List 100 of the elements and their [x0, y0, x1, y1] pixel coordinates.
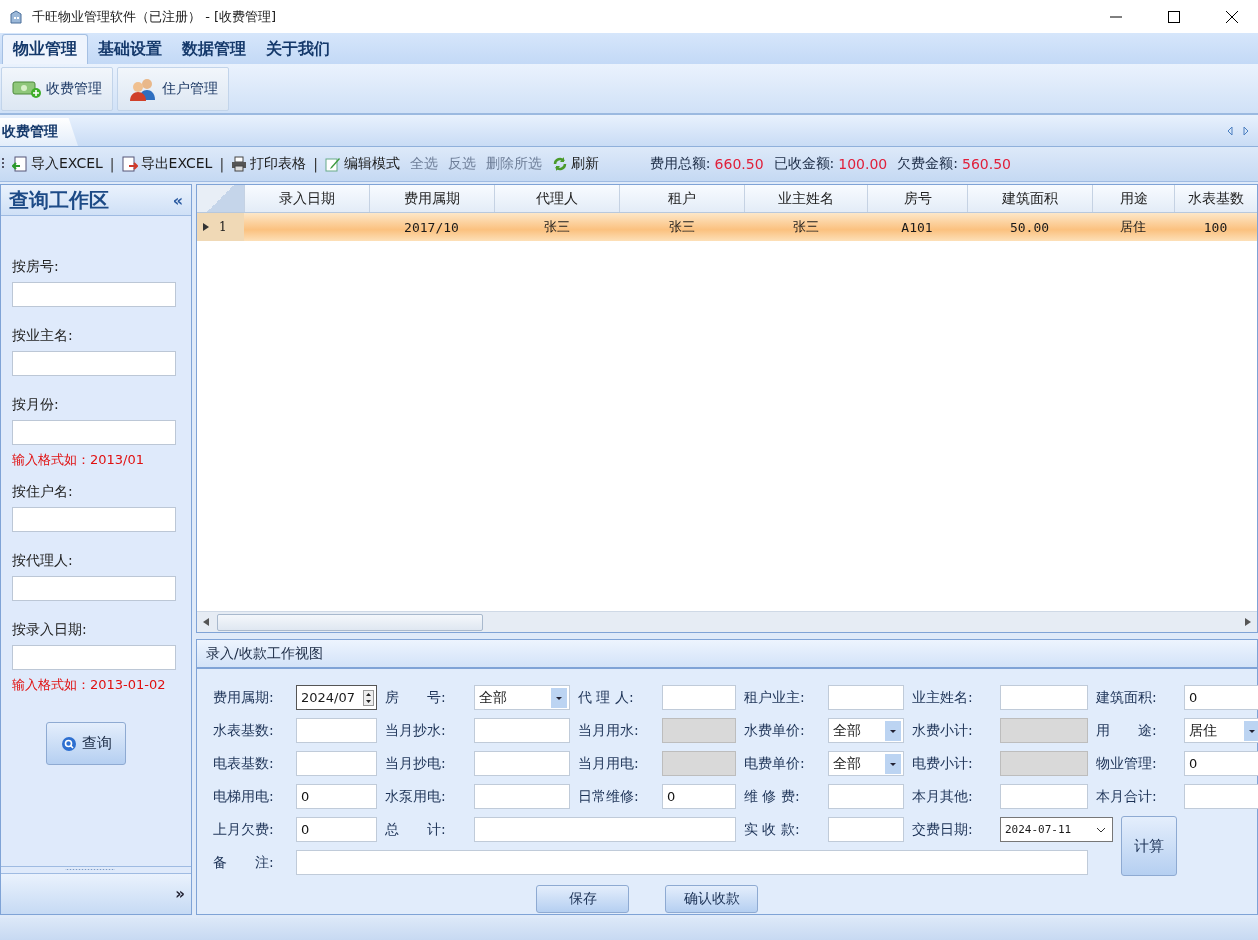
date-field[interactable]: 2024-07-11 — [1000, 817, 1113, 842]
toolbar-button[interactable]: 打印表格 — [228, 155, 310, 173]
field-label: 电表基数: — [212, 754, 275, 773]
query-button[interactable]: 查询 — [46, 722, 126, 765]
format-hint: 输入格式如：2013/01 — [12, 451, 145, 469]
scroll-right-icon[interactable] — [1242, 126, 1250, 136]
toolbar-button[interactable]: 编辑模式 — [321, 155, 403, 173]
maximize-icon[interactable] — [1168, 10, 1180, 23]
chevron-down-icon[interactable] — [1096, 826, 1106, 833]
field-label: 实 收 款: — [743, 820, 801, 839]
horizontal-scrollbar[interactable] — [197, 611, 1257, 632]
scroll-left-icon[interactable] — [1226, 126, 1234, 136]
collapse-button[interactable]: « — [172, 190, 183, 210]
field-label: 房 号: — [384, 688, 447, 707]
document-tab[interactable]: 收费管理 — [0, 118, 78, 146]
field-label: 本月其他: — [911, 787, 974, 806]
scroll-right-icon[interactable] — [1245, 618, 1251, 626]
input-field[interactable] — [662, 685, 736, 710]
input-field[interactable] — [474, 784, 570, 809]
column-header[interactable]: 代理人 — [495, 185, 620, 212]
input-field[interactable] — [12, 645, 176, 670]
column-header[interactable]: 录入日期 — [245, 185, 370, 212]
input-field[interactable] — [12, 576, 176, 601]
menu-tab[interactable]: 关于我们 — [256, 34, 340, 64]
input-field[interactable]: 0 — [296, 817, 377, 842]
column-header[interactable]: 费用属期 — [370, 185, 495, 212]
field-label: 建筑面积: — [1095, 688, 1158, 707]
money-icon — [12, 78, 42, 99]
current-row-icon — [203, 223, 209, 231]
corner-cell — [197, 185, 245, 212]
field-label: 用 途: — [1095, 721, 1158, 740]
splitter-grip[interactable] — [1, 866, 191, 874]
table-cell: 100 — [1203, 219, 1228, 235]
input-field[interactable] — [828, 784, 904, 809]
input-field[interactable] — [12, 420, 176, 445]
spin-field[interactable]: 2024/07 — [296, 685, 377, 710]
column-header[interactable]: 水表基数 — [1175, 185, 1257, 212]
column-header[interactable]: 用途 — [1093, 185, 1175, 212]
spin-arrows-icon[interactable] — [363, 689, 374, 706]
column-header[interactable]: 租户 — [620, 185, 745, 212]
menu-tab[interactable]: 物业管理 — [2, 34, 88, 64]
input-field[interactable] — [474, 751, 570, 776]
input-field[interactable]: 0 — [296, 784, 377, 809]
menu-tab[interactable]: 基础设置 — [88, 34, 172, 64]
table-row[interactable]: 1 2017/10 张三 张三 张三 A101 50.00 居住 100 — [197, 213, 1257, 241]
input-field[interactable] — [474, 817, 736, 842]
ribbon-button[interactable]: 收费管理 — [1, 66, 113, 111]
field-label: 按业主名: — [12, 327, 74, 345]
input-field[interactable] — [296, 718, 377, 743]
column-header[interactable]: 业主姓名 — [745, 185, 868, 212]
input-field[interactable] — [474, 718, 570, 743]
people-icon — [128, 76, 158, 101]
dropdown-arrow-icon[interactable] — [1244, 720, 1258, 741]
input-field[interactable] — [12, 282, 176, 307]
field-label: 电费小计: — [911, 754, 974, 773]
toolbar-button[interactable]: 刷新 — [548, 155, 602, 173]
scroll-left-icon[interactable] — [203, 618, 209, 626]
column-header[interactable]: 房号 — [868, 185, 968, 212]
table-cell: 2017/10 — [404, 219, 459, 235]
dropdown-field[interactable]: 全部 — [828, 718, 904, 743]
field-label: 总 计: — [384, 820, 447, 839]
expand-button[interactable]: » — [175, 885, 185, 903]
input-field[interactable] — [296, 850, 1088, 875]
field-label: 当月抄水: — [384, 721, 447, 740]
field-label: 水费小计: — [911, 721, 974, 740]
form-button[interactable]: 保存 — [536, 885, 629, 913]
input-field[interactable] — [1000, 685, 1088, 710]
calculate-button[interactable]: 计算 — [1121, 816, 1177, 876]
close-icon[interactable] — [1226, 10, 1238, 23]
input-field[interactable]: 0 — [1184, 751, 1258, 776]
field-label: 租户业主: — [743, 688, 806, 707]
ribbon-button[interactable]: 住户管理 — [117, 66, 229, 111]
field-label: 电费单价: — [743, 754, 806, 773]
toolbar-button[interactable]: 导入EXCEL — [9, 155, 106, 173]
field-label: 物业管理: — [1095, 754, 1158, 773]
input-field[interactable] — [12, 507, 176, 532]
scrollbar-thumb[interactable] — [217, 613, 483, 631]
table-cell: 居住 — [1120, 218, 1146, 236]
column-header[interactable]: 建筑面积 — [968, 185, 1093, 212]
input-field[interactable]: 0 — [1184, 685, 1258, 710]
input-field[interactable]: 0 — [662, 784, 736, 809]
toolbar-button[interactable]: 导出EXCEL — [118, 155, 216, 173]
input-field[interactable] — [1184, 784, 1258, 809]
input-field[interactable] — [828, 817, 904, 842]
dropdown-field[interactable]: 全部 — [474, 685, 570, 710]
printer-icon — [231, 156, 248, 172]
form-button[interactable]: 确认收款 — [665, 885, 758, 913]
input-field[interactable] — [828, 685, 904, 710]
dropdown-field[interactable]: 全部 — [828, 751, 904, 776]
dropdown-field[interactable]: 居住 — [1184, 718, 1258, 743]
input-field[interactable] — [296, 751, 377, 776]
field-label: 按房号: — [12, 258, 60, 276]
menu-tab[interactable]: 数据管理 — [172, 34, 256, 64]
field-label: 维 修 费: — [743, 787, 801, 806]
window-title: 千旺物业管理软件（已注册） - [收费管理] — [32, 7, 277, 26]
field-label: 电梯用电: — [212, 787, 275, 806]
input-field[interactable] — [1000, 784, 1088, 809]
input-field[interactable] — [12, 351, 176, 376]
field-label: 备 注: — [212, 853, 275, 872]
field-label: 业主姓名: — [911, 688, 974, 707]
